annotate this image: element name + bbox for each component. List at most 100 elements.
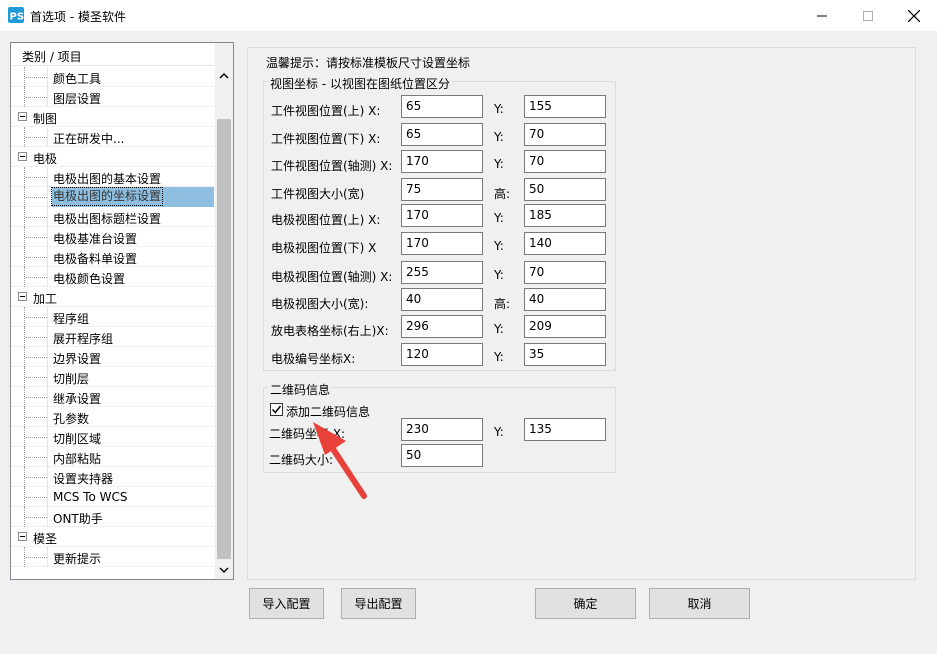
coord-y-input[interactable]: 155	[524, 95, 606, 118]
tree-scrollbar[interactable]	[215, 43, 233, 579]
coord-label: 放电表格坐标(右上)X:	[271, 324, 389, 338]
coord-label: 电极视图大小(宽):	[271, 297, 369, 311]
tree-item[interactable]: 边界设置	[11, 347, 215, 367]
tree-connector	[25, 377, 47, 378]
tree-connector	[25, 177, 47, 178]
coord-y-input[interactable]: 70	[524, 150, 606, 173]
coord-x-input[interactable]: 170	[401, 232, 483, 255]
coord-label: 电极视图位置(下) X	[271, 241, 377, 255]
tree-header: 类别 / 项目	[12, 44, 214, 66]
coord-x-input[interactable]: 255	[401, 261, 483, 284]
tree-item[interactable]: 内部粘贴	[11, 447, 215, 467]
tree-item[interactable]: 设置夹持器	[11, 467, 215, 487]
collapse-icon[interactable]	[18, 532, 27, 541]
tree-item[interactable]: 电极基准台设置	[11, 227, 215, 247]
qr-coord-y-input[interactable]: 135	[524, 418, 606, 441]
import-config-button[interactable]: 导入配置	[249, 588, 324, 619]
tree-connector	[25, 77, 47, 78]
tree-label: 展开程序组	[53, 332, 114, 346]
close-button[interactable]	[891, 0, 937, 31]
checkmark-icon	[271, 405, 282, 414]
export-config-button[interactable]: 导出配置	[341, 588, 416, 619]
tree-item[interactable]: 电极出图标题栏设置	[11, 207, 215, 227]
tree-item[interactable]: 电极出图的基本设置	[11, 167, 215, 187]
tree-separator	[47, 467, 48, 487]
maximize-button[interactable]	[845, 0, 891, 31]
tree-separator	[47, 487, 48, 507]
collapse-icon[interactable]	[18, 292, 27, 301]
ok-button[interactable]: 确定	[535, 588, 636, 619]
tree-label: MCS To WCS	[53, 490, 128, 504]
tree-item[interactable]: 电极出图的坐标设置	[11, 187, 215, 207]
tree-item[interactable]: 颜色工具	[11, 67, 215, 87]
tree-connector	[25, 337, 47, 338]
coord-y-label: Y:	[494, 350, 504, 364]
coord-y-label: Y:	[494, 130, 504, 144]
tree-label: 正在研发中...	[53, 132, 125, 146]
tree-item[interactable]: 电极备料单设置	[11, 247, 215, 267]
tree-connector	[25, 217, 47, 218]
coord-x-input[interactable]: 296	[401, 315, 483, 338]
minimize-button[interactable]	[799, 0, 845, 31]
coord-y-input[interactable]: 35	[524, 343, 606, 366]
coord-y-input[interactable]: 185	[524, 204, 606, 227]
tree-connector	[25, 277, 47, 278]
collapse-icon[interactable]	[18, 152, 27, 161]
tree-category[interactable]: 制图	[11, 107, 215, 127]
add-qr-checkbox[interactable]	[270, 403, 283, 416]
coord-x-input[interactable]: 170	[401, 150, 483, 173]
tree-item[interactable]: 孔参数	[11, 407, 215, 427]
tree-category[interactable]: 加工	[11, 287, 215, 307]
tree-item[interactable]: 切削区域	[11, 427, 215, 447]
tree-item[interactable]: 正在研发中...	[11, 127, 215, 147]
tree-label: 设置夹持器	[53, 472, 114, 486]
tree-item[interactable]: 继承设置	[11, 387, 215, 407]
tree-label: 颜色工具	[53, 72, 102, 86]
qr-coord-y-label: Y:	[494, 425, 504, 439]
coord-y-label: 高:	[494, 187, 511, 201]
coord-y-input[interactable]: 50	[524, 178, 606, 201]
tree-label: 图层设置	[53, 92, 102, 106]
coord-x-input[interactable]: 170	[401, 204, 483, 227]
qr-size-input[interactable]: 50	[401, 444, 483, 467]
tree-item[interactable]: 电极颜色设置	[11, 267, 215, 287]
scroll-thumb[interactable]	[217, 119, 231, 559]
tree-item[interactable]: 展开程序组	[11, 327, 215, 347]
tree-connector	[25, 357, 47, 358]
coord-y-input[interactable]: 209	[524, 315, 606, 338]
tree-item[interactable]: 程序组	[11, 307, 215, 327]
add-qr-label[interactable]: 添加二维码信息	[286, 403, 370, 420]
tree-connector	[25, 557, 47, 558]
cancel-button[interactable]: 取消	[649, 588, 750, 619]
coord-x-input[interactable]: 65	[401, 95, 483, 118]
tree-separator	[47, 267, 48, 287]
coord-x-input[interactable]: 120	[401, 343, 483, 366]
coord-y-input[interactable]: 70	[524, 261, 606, 284]
category-tree[interactable]: 类别 / 项目 颜色工具图层设置 制图正在研发中... 电极 电极出图的基本设置 电极出…	[10, 42, 234, 580]
tree-category[interactable]: 电极	[11, 147, 215, 167]
tree-connector	[25, 497, 47, 498]
coord-y-input[interactable]: 40	[524, 288, 606, 311]
coord-x-input[interactable]: 75	[401, 178, 483, 201]
coord-x-input[interactable]: 40	[401, 288, 483, 311]
tree-item[interactable]: 切削层	[11, 367, 215, 387]
tree-item[interactable]: 更新提示	[11, 547, 215, 567]
hint-text: 温馨提示：请按标准模板尺寸设置坐标	[266, 56, 471, 70]
coord-y-input[interactable]: 70	[524, 123, 606, 146]
tree-item[interactable]: 图层设置	[11, 87, 215, 107]
qr-coord-x-input[interactable]: 230	[401, 418, 483, 441]
coord-y-label: Y:	[494, 268, 504, 282]
coord-label: 工件视图大小(宽)	[271, 187, 365, 201]
scroll-down-button[interactable]	[215, 561, 233, 579]
coord-y-input[interactable]: 140	[524, 232, 606, 255]
scroll-up-button[interactable]	[215, 67, 233, 85]
tree-item[interactable]: MCS To WCS	[11, 487, 215, 507]
tree-separator	[47, 347, 48, 367]
tree-category[interactable]: 模圣	[11, 527, 215, 547]
coord-x-input[interactable]: 65	[401, 123, 483, 146]
tree-connector	[25, 257, 47, 258]
tree-label: 电极	[33, 152, 58, 166]
close-icon	[908, 9, 920, 22]
tree-item[interactable]: ONT助手	[11, 507, 215, 527]
collapse-icon[interactable]	[18, 112, 27, 121]
